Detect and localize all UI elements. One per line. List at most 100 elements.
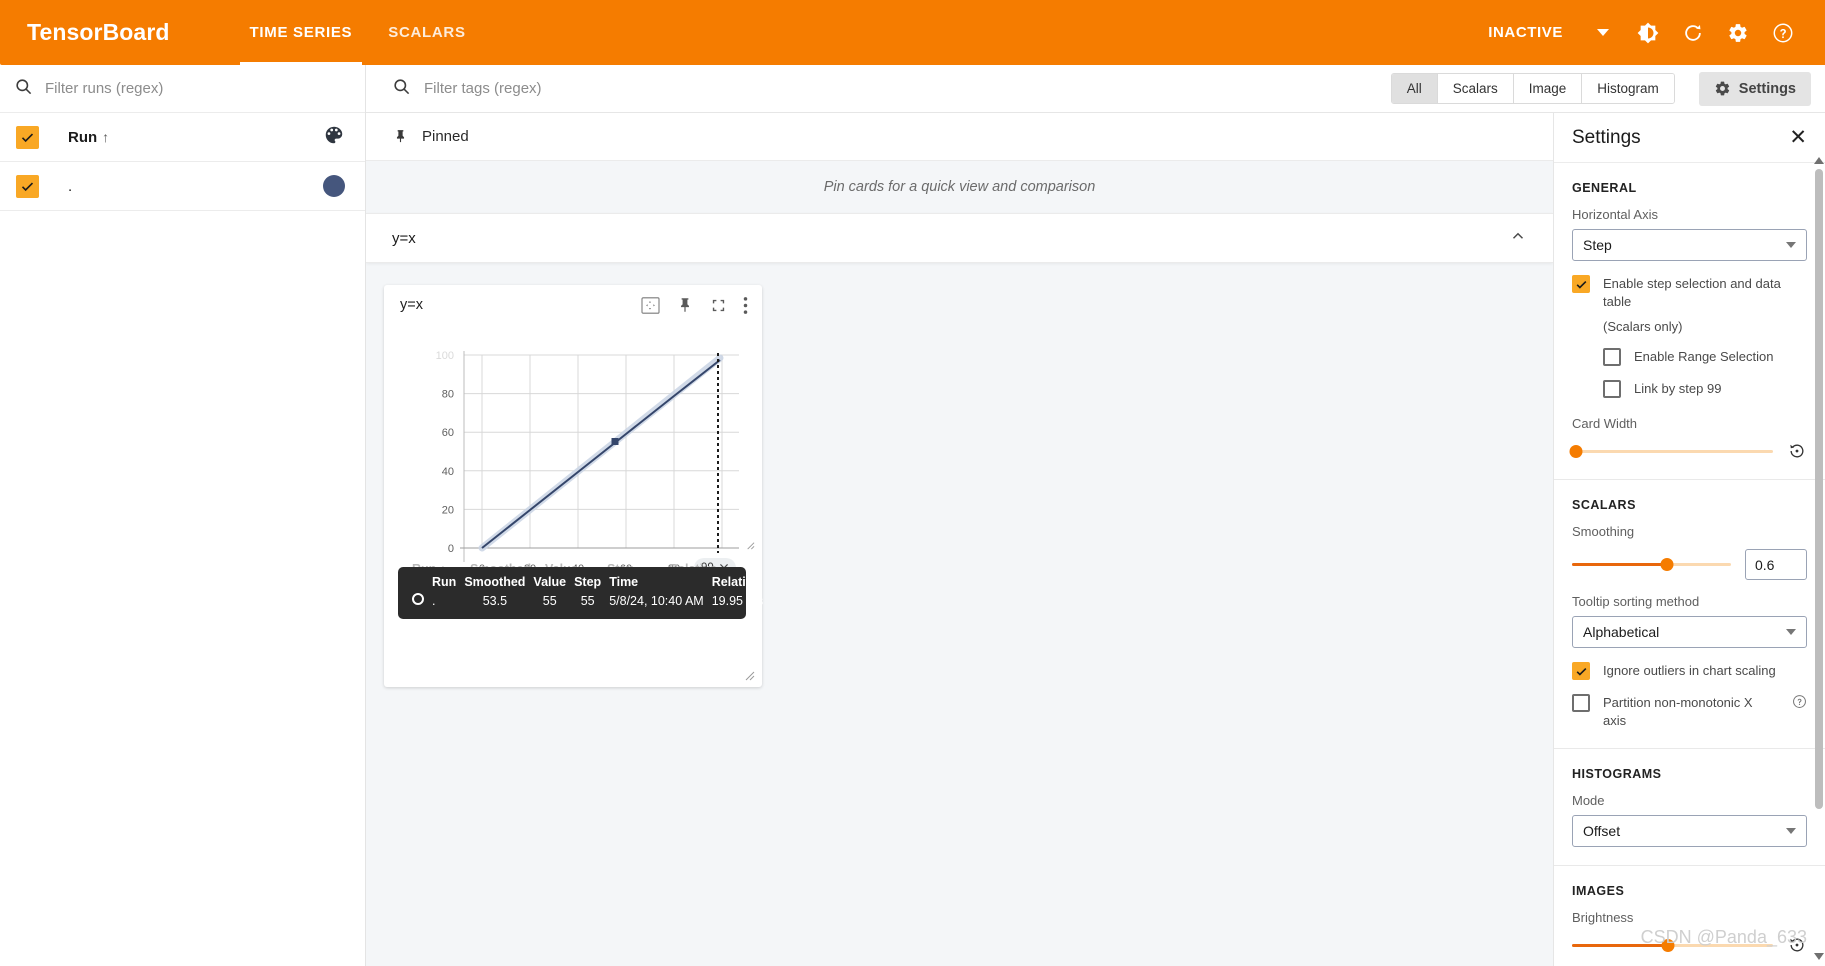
more-vert-icon[interactable]: [743, 296, 748, 315]
fit-to-data-icon[interactable]: [641, 296, 660, 314]
filter-scalars-button[interactable]: Scalars: [1437, 74, 1514, 103]
help-button[interactable]: [1763, 13, 1803, 53]
run-header-actions: [323, 124, 365, 151]
filter-image-button[interactable]: Image: [1513, 74, 1583, 103]
reload-dropdown-button[interactable]: [1563, 29, 1623, 36]
horizontal-axis-select[interactable]: Step: [1572, 229, 1807, 261]
tooltip-col-time: Time: [609, 575, 639, 589]
run-list-item[interactable]: .: [0, 162, 365, 211]
tooltip-row: . 53.5 55 55 5/8/24, 10:40 AM 19.95 ms: [408, 591, 767, 610]
scrollbar-up-arrow[interactable]: [1814, 157, 1824, 164]
tooltip-sort-select[interactable]: Alphabetical: [1572, 616, 1807, 648]
ignore-outliers-checkbox[interactable]: [1572, 662, 1590, 680]
horizontal-axis-label: Horizontal Axis: [1572, 207, 1658, 222]
enable-step-selection-row[interactable]: Enable step selection and data table: [1572, 275, 1807, 311]
settings-toggle-button[interactable]: Settings: [1698, 71, 1811, 106]
enable-range-selection-label: Enable Range Selection: [1634, 349, 1774, 364]
chevron-up-icon[interactable]: [1509, 227, 1527, 249]
filter-histogram-button[interactable]: Histogram: [1582, 74, 1674, 103]
partition-x-axis-row[interactable]: Partition non-monotonic X axis: [1572, 694, 1807, 730]
pin-icon[interactable]: [676, 296, 694, 314]
tab-scalars-label: SCALARS: [388, 24, 466, 41]
run-name-label: .: [68, 177, 73, 195]
card-resize-handle[interactable]: [743, 669, 755, 681]
chart-resize-handle[interactable]: [744, 539, 755, 550]
brightness-icon: [1637, 22, 1659, 43]
card-title: y=x: [400, 297, 423, 313]
enable-step-selection-label: Enable step selection and data table: [1603, 276, 1781, 309]
line-chart[interactable]: 0 20 40 60 80 100 0 20 40: [384, 325, 762, 578]
chevron-down-icon: [1786, 242, 1796, 248]
tooltip-col-value: Value: [533, 575, 567, 589]
main-tabs: TIME SERIES SCALARS: [232, 0, 484, 65]
partition-x-axis-checkbox[interactable]: [1572, 694, 1590, 712]
refresh-button[interactable]: [1673, 13, 1713, 53]
settings-section-histograms: HISTOGRAMS: [1572, 767, 1662, 781]
brightness-reset-button[interactable]: [1787, 935, 1807, 955]
select-all-runs-checkbox[interactable]: [16, 125, 39, 149]
brightness-slider[interactable]: [1572, 937, 1773, 953]
scrollbar-down-arrow[interactable]: [1814, 953, 1824, 960]
filter-all-button[interactable]: All: [1391, 74, 1438, 103]
help-circle-icon[interactable]: [1792, 694, 1807, 714]
pin-icon: [396, 130, 405, 143]
runs-search-input[interactable]: [45, 80, 305, 97]
link-by-step-row[interactable]: Link by step 99: [1603, 380, 1807, 398]
smoothing-slider[interactable]: [1572, 557, 1731, 573]
svg-text:60: 60: [442, 427, 454, 439]
cards-scroll-area: Pinned Pin cards for a quick view and co…: [366, 113, 1553, 966]
histogram-mode-select[interactable]: Offset: [1572, 815, 1807, 847]
enable-range-selection-checkbox[interactable]: [1603, 348, 1621, 366]
run-color-marker: [412, 593, 424, 605]
run-color-swatch[interactable]: [323, 175, 345, 197]
tab-scalars[interactable]: SCALARS: [370, 0, 483, 65]
sort-ascending-icon: ↑: [102, 129, 110, 145]
brightness-label: Brightness: [1572, 910, 1634, 925]
tag-group-header[interactable]: y=x: [366, 213, 1553, 263]
enable-range-selection-row[interactable]: Enable Range Selection: [1603, 348, 1807, 366]
ignore-outliers-row[interactable]: Ignore outliers in chart scaling: [1572, 662, 1807, 680]
run-column-header[interactable]: Run ↑: [68, 129, 109, 146]
tag-search-input[interactable]: [424, 80, 824, 97]
link-by-step-checkbox[interactable]: [1603, 380, 1621, 398]
smoothing-row: 0.6: [1572, 549, 1807, 580]
check-icon: [1576, 280, 1586, 289]
divider: [1554, 479, 1825, 480]
run-checkbox[interactable]: [16, 174, 39, 198]
settings-scrollbar-thumb[interactable]: [1815, 169, 1823, 809]
check-icon: [21, 181, 34, 191]
runs-filter-bar: [0, 65, 365, 113]
settings-panel-header: Settings ✕: [1554, 113, 1825, 163]
help-circle-icon: [1773, 23, 1793, 42]
fullscreen-icon[interactable]: [710, 297, 727, 314]
check-icon: [21, 132, 34, 142]
color-palette-icon[interactable]: [323, 124, 345, 151]
card-width-row: [1569, 441, 1807, 461]
close-icon[interactable]: ✕: [1789, 127, 1807, 148]
pinned-empty-message: Pin cards for a quick view and compariso…: [366, 161, 1553, 213]
scalar-card: y=x 0 20 40 60 80 100 Run Smoothed Value…: [384, 285, 763, 687]
slider-knob[interactable]: [1660, 558, 1674, 571]
scalars-only-note: (Scalars only): [1603, 319, 1683, 334]
settings-section-general: GENERAL: [1572, 181, 1637, 195]
pinned-section-header[interactable]: Pinned: [366, 113, 1553, 161]
card-width-label: Card Width: [1572, 416, 1638, 431]
global-settings-button[interactable]: [1718, 13, 1758, 53]
enable-step-selection-checkbox[interactable]: [1572, 275, 1590, 293]
divider: [1554, 748, 1825, 749]
slider-knob[interactable]: [1569, 444, 1583, 458]
tooltip-col-smoothed: Smoothed: [464, 575, 526, 589]
slider-knob[interactable]: [1661, 938, 1675, 952]
card-width-slider[interactable]: [1569, 443, 1773, 459]
tab-time-series[interactable]: TIME SERIES: [232, 0, 371, 65]
card-width-reset-button[interactable]: [1787, 441, 1807, 461]
brightness-toggle-button[interactable]: [1628, 13, 1668, 53]
svg-text:80: 80: [442, 389, 454, 401]
settings-panel-title: Settings: [1572, 126, 1641, 148]
brightness-row: [1572, 935, 1807, 955]
top-bar-actions: INACTIVE: [1488, 13, 1825, 53]
smoothing-value-input[interactable]: 0.6: [1745, 549, 1807, 580]
run-item-actions: [323, 175, 365, 197]
tooltip-cell-run: .: [432, 593, 436, 608]
tensorboard-app: TensorBoard TIME SERIES SCALARS INACTIVE: [0, 0, 1825, 966]
